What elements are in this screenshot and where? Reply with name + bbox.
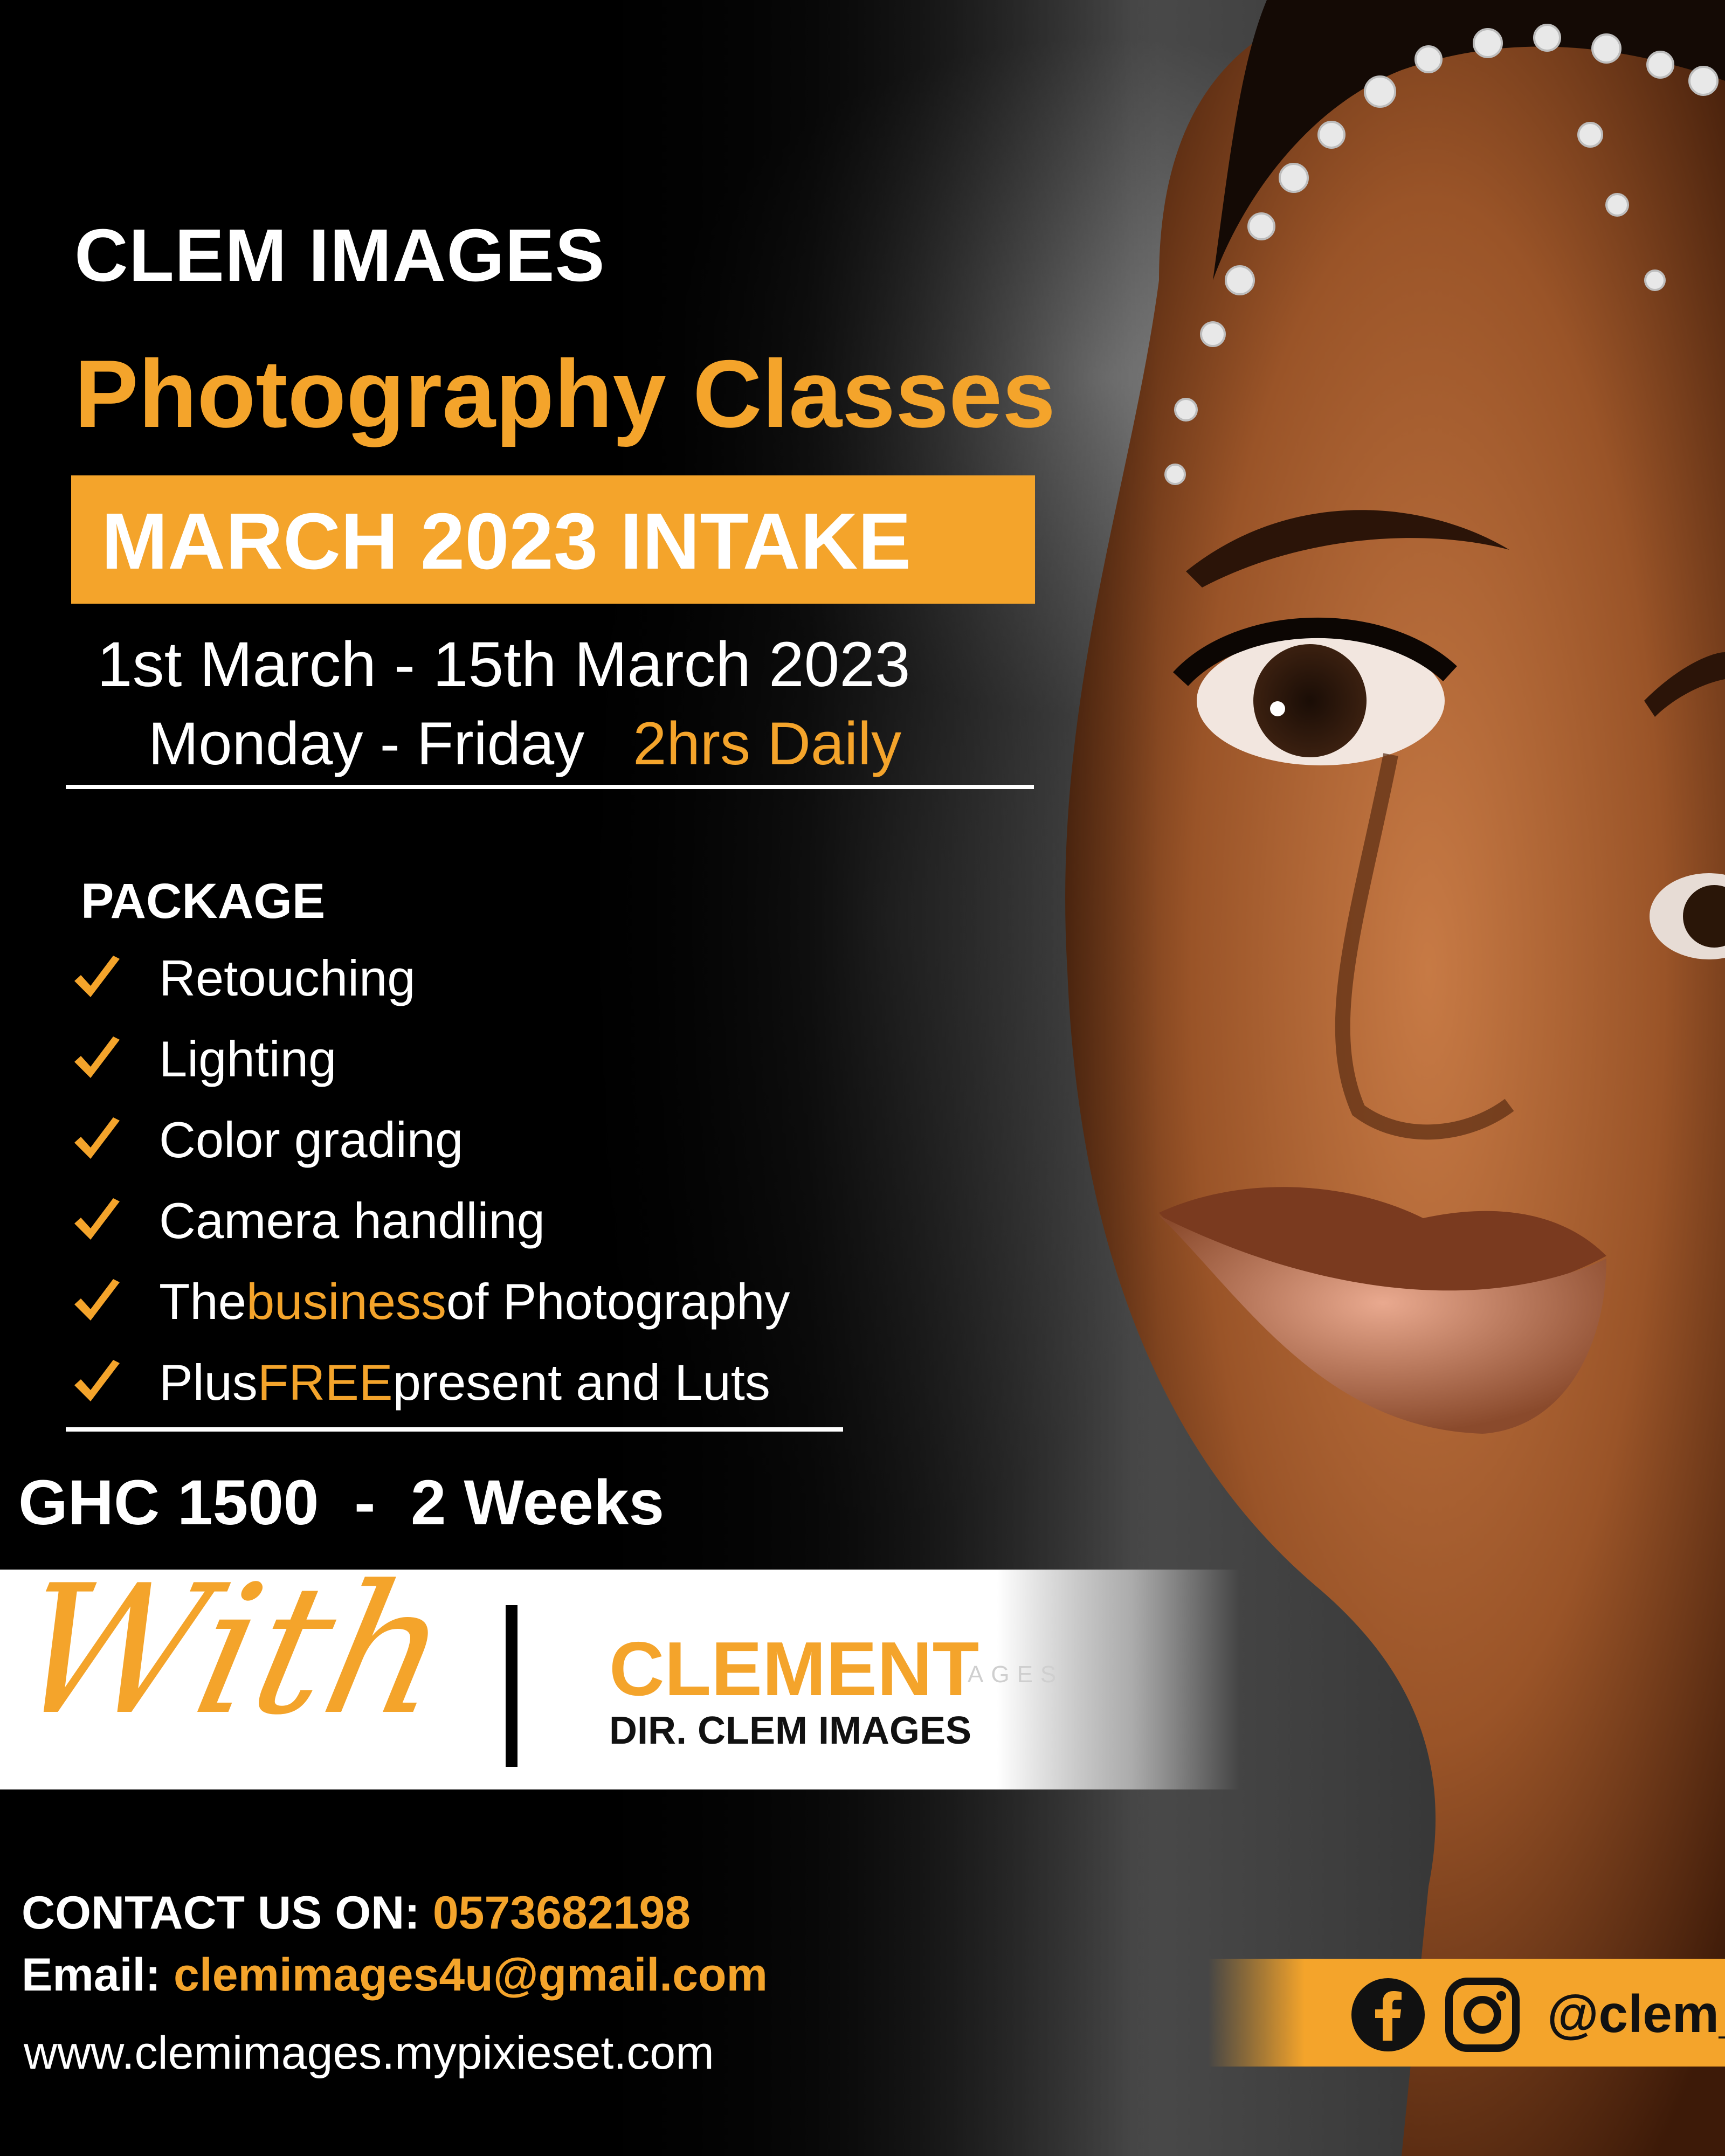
instructor-name: CLEMENT — [609, 1626, 979, 1712]
email-link[interactable]: clemimages4u@gmail.com — [174, 1949, 768, 2001]
facebook-icon[interactable] — [1350, 1977, 1426, 2053]
check-icon — [74, 1117, 120, 1159]
check-icon — [74, 956, 120, 997]
brand-title: CLEM IMAGES — [74, 214, 605, 297]
divider-line — [66, 785, 1034, 789]
with-script-text: With — [0, 1547, 466, 1754]
price-duration: GHC 1500 - 2 Weeks — [18, 1467, 665, 1538]
list-item: Lighting — [70, 1019, 790, 1100]
list-item: The business of Photography — [70, 1261, 790, 1342]
instagram-icon[interactable] — [1445, 1977, 1520, 2053]
vertical-divider — [506, 1605, 518, 1767]
list-item: Color grading — [70, 1100, 790, 1180]
package-list: Retouching Lighting Color grading Camera… — [70, 938, 790, 1423]
classes-title: Photography Classes — [74, 340, 1056, 447]
list-item: Retouching — [70, 938, 790, 1019]
check-icon — [74, 1279, 120, 1321]
list-item: Camera handling — [70, 1180, 790, 1261]
date-range: 1st March - 15th March 2023 — [97, 629, 910, 700]
intake-banner: MARCH 2023 INTAKE — [71, 475, 1035, 604]
check-icon — [74, 1198, 120, 1240]
contact-email-line: Email: clemimages4u@gmail.com — [22, 1948, 768, 2002]
schedule-days: Monday - Friday — [148, 710, 585, 777]
check-icon — [74, 1360, 120, 1401]
email-label: Email: — [22, 1949, 161, 2001]
watermark-text: AGES — [968, 1661, 1064, 1688]
intake-label: MARCH 2023 INTAKE — [101, 497, 912, 586]
schedule-hours: 2hrs Daily — [633, 710, 902, 777]
package-heading: PACKAGE — [81, 874, 326, 929]
contact-phone-line: CONTACT US ON: 0573682198 — [22, 1887, 691, 1940]
schedule-line: Monday - Friday 2hrs Daily — [148, 709, 901, 778]
website-link[interactable]: www.clemimages.mypixieset.com — [24, 2027, 714, 2080]
phone-label: CONTACT US ON: — [22, 1887, 420, 1939]
instructor-role: DIR. CLEM IMAGES — [609, 1709, 972, 1752]
list-item: Plus FREE present and Luts — [70, 1342, 790, 1423]
divider-line — [66, 1427, 843, 1432]
phone-number[interactable]: 0573682198 — [433, 1887, 691, 1939]
social-handle[interactable]: @clem_ — [1547, 1984, 1725, 2044]
check-icon — [74, 1036, 120, 1078]
